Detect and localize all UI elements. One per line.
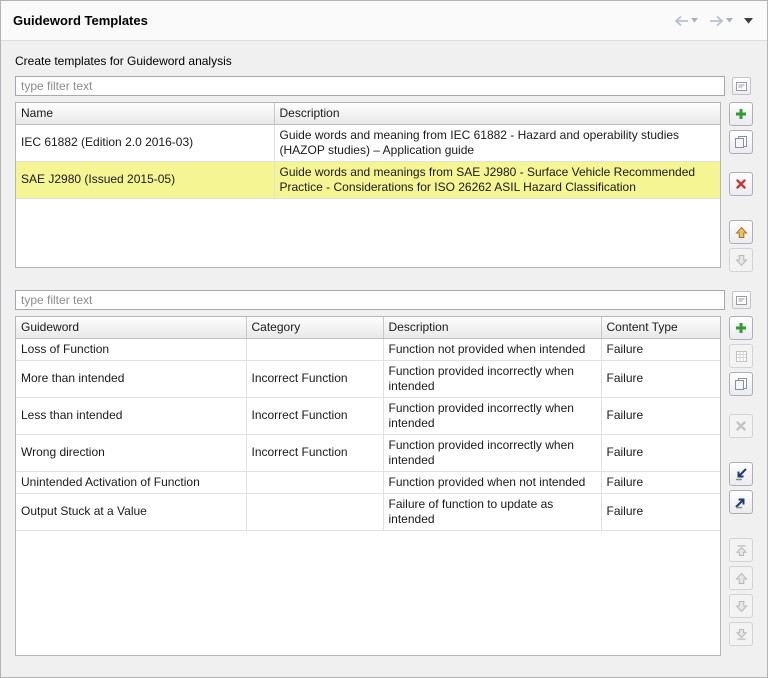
content-type-cell: Failure: [601, 397, 720, 434]
table-row[interactable]: Unintended Activation of Function Functi…: [16, 471, 720, 493]
plus-icon: [734, 321, 748, 335]
templates-table-zone: Name Description IEC 61882 (Edition 2.0 …: [15, 102, 753, 276]
guideword-cell: Unintended Activation of Function: [16, 471, 246, 493]
view-header: Guideword Templates: [1, 1, 767, 41]
category-cell: Incorrect Function: [246, 434, 383, 471]
menu-chevron-icon: [744, 18, 753, 24]
import-arrow-icon: [734, 467, 748, 481]
move-up-button: [729, 566, 753, 590]
guidewords-table: Guideword Category Description Content T…: [15, 316, 721, 656]
view-menu-button[interactable]: [742, 16, 755, 26]
templates-filter-row: [15, 76, 753, 96]
guidewords-filter-menu-button[interactable]: [732, 291, 751, 309]
content-type-cell: Failure: [601, 360, 720, 397]
arrow-down-icon: [735, 600, 748, 613]
table-row[interactable]: Loss of Function Function not provided w…: [16, 338, 720, 360]
red-x-icon: [735, 178, 747, 190]
plus-icon: [734, 107, 748, 121]
column-header-category[interactable]: Category: [246, 317, 383, 338]
description-cell: Function provided incorrectly when inten…: [383, 434, 601, 471]
guidewords-toolbar: [729, 316, 753, 650]
view-description: Create templates for Guideword analysis: [15, 54, 767, 68]
arrow-up-icon: [735, 226, 748, 239]
content-type-cell: Failure: [601, 493, 720, 530]
table-row[interactable]: IEC 61882 (Edition 2.0 2016-03) Guide wo…: [16, 124, 720, 161]
category-cell: Incorrect Function: [246, 397, 383, 434]
move-to-bottom-button: [729, 622, 753, 646]
templates-table: Name Description IEC 61882 (Edition 2.0 …: [15, 102, 721, 268]
column-header-description[interactable]: Description: [383, 317, 601, 338]
template-name: IEC 61882 (Edition 2.0 2016-03): [16, 124, 274, 161]
arrow-up-icon: [735, 572, 748, 585]
add-button[interactable]: [729, 102, 753, 126]
table-row-selected[interactable]: SAE J2980 (Issued 2015-05) Guide words a…: [16, 161, 720, 198]
back-button[interactable]: [672, 13, 700, 29]
category-cell: [246, 338, 383, 360]
templates-toolbar: [729, 102, 753, 276]
table-icon: [735, 350, 748, 363]
import-button[interactable]: [729, 462, 753, 486]
filter-menu-icon: [735, 80, 748, 93]
forward-arrow-icon: [709, 15, 724, 27]
guideword-templates-view: Guideword Templates Create templates for…: [0, 0, 768, 678]
category-cell: [246, 471, 383, 493]
column-header-content-type[interactable]: Content Type: [601, 317, 720, 338]
table-row[interactable]: More than intended Incorrect Function Fu…: [16, 360, 720, 397]
description-cell: Function provided incorrectly when inten…: [383, 360, 601, 397]
column-header-guideword[interactable]: Guideword: [16, 317, 246, 338]
guideword-cell: Output Stuck at a Value: [16, 493, 246, 530]
arrow-down-icon: [735, 254, 748, 267]
filter-menu-icon: [735, 294, 748, 307]
move-down-button: [729, 594, 753, 618]
table-row[interactable]: Output Stuck at a Value Failure of funct…: [16, 493, 720, 530]
category-cell: Incorrect Function: [246, 360, 383, 397]
template-description: Guide words and meaning from IEC 61882 -…: [274, 124, 720, 161]
description-cell: Function provided incorrectly when inten…: [383, 397, 601, 434]
guideword-cell: More than intended: [16, 360, 246, 397]
arrow-bottom-icon: [735, 628, 748, 641]
export-button[interactable]: [729, 490, 753, 514]
move-to-top-button: [729, 538, 753, 562]
table-row[interactable]: Less than intended Incorrect Function Fu…: [16, 397, 720, 434]
content-type-cell: Failure: [601, 338, 720, 360]
arrow-top-icon: [735, 544, 748, 557]
table-button: [729, 344, 753, 368]
header-toolbar: [672, 13, 755, 29]
chevron-down-icon: [726, 18, 733, 23]
delete-button[interactable]: [729, 172, 753, 196]
templates-filter-input[interactable]: [15, 76, 725, 96]
description-cell: Function provided when not intended: [383, 471, 601, 493]
content-type-cell: Failure: [601, 434, 720, 471]
guidewords-filter-row: [15, 290, 753, 310]
page-title: Guideword Templates: [13, 13, 148, 28]
copy-icon: [734, 377, 748, 391]
category-cell: [246, 493, 383, 530]
guideword-cell: Less than intended: [16, 397, 246, 434]
move-down-button: [729, 248, 753, 272]
move-up-button[interactable]: [729, 220, 753, 244]
templates-filter-menu-button[interactable]: [732, 77, 751, 95]
export-arrow-icon: [734, 495, 748, 509]
template-description: Guide words and meanings from SAE J2980 …: [274, 161, 720, 198]
copy-button[interactable]: [729, 372, 753, 396]
copy-icon: [734, 135, 748, 149]
guidewords-filter-input[interactable]: [15, 290, 725, 310]
guidewords-table-zone: Guideword Category Description Content T…: [15, 316, 753, 656]
column-header-name[interactable]: Name: [16, 103, 274, 124]
back-arrow-icon: [674, 15, 689, 27]
chevron-down-icon: [691, 18, 698, 23]
description-cell: Failure of function to update as intende…: [383, 493, 601, 530]
guideword-cell: Loss of Function: [16, 338, 246, 360]
template-name: SAE J2980 (Issued 2015-05): [16, 161, 274, 198]
content-type-cell: Failure: [601, 471, 720, 493]
add-button[interactable]: [729, 316, 753, 340]
copy-button[interactable]: [729, 130, 753, 154]
delete-button: [729, 414, 753, 438]
gray-x-icon: [735, 420, 747, 432]
description-cell: Function not provided when intended: [383, 338, 601, 360]
column-header-description[interactable]: Description: [274, 103, 720, 124]
forward-button[interactable]: [707, 13, 735, 29]
table-row[interactable]: Wrong direction Incorrect Function Funct…: [16, 434, 720, 471]
guideword-cell: Wrong direction: [16, 434, 246, 471]
